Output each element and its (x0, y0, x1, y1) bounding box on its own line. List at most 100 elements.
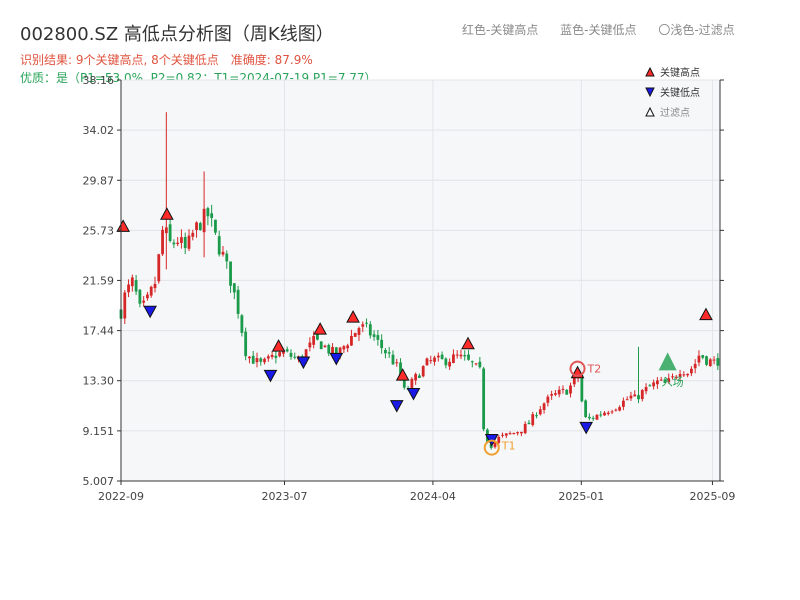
candle-body (380, 339, 384, 349)
candle-body (153, 283, 157, 289)
candle-body (504, 433, 508, 436)
candle-body (123, 292, 127, 319)
candle-body (206, 208, 210, 217)
candle-body (127, 284, 130, 293)
candle-body (712, 359, 716, 361)
candle-body (425, 358, 429, 366)
candle-body (130, 277, 134, 287)
candle-body (384, 349, 387, 354)
candle-body (421, 366, 425, 377)
candle-body (527, 422, 531, 425)
candle-body (508, 433, 512, 435)
candle-body (474, 363, 478, 365)
candle-body (693, 363, 697, 369)
candle-body (444, 358, 448, 366)
candle-body (429, 360, 433, 362)
candle-body (187, 235, 191, 249)
candle-body (689, 368, 693, 374)
candle-body (232, 283, 236, 293)
candle-body (217, 236, 221, 255)
candle-body (580, 375, 584, 402)
x-tick-label: 2025-09 (689, 490, 735, 503)
y-tick-label: 25.73 (83, 224, 115, 237)
candle-body (293, 356, 297, 358)
candle-body (183, 236, 187, 249)
candle-body (697, 355, 701, 363)
candle-body (561, 388, 565, 390)
candle-body (210, 213, 214, 219)
candle-body (705, 356, 708, 365)
candle-body (346, 345, 350, 349)
candle-body (625, 399, 629, 401)
candle-body (323, 345, 327, 348)
candle-body (708, 359, 712, 367)
candle-body (448, 361, 452, 367)
candle-body (164, 227, 168, 234)
candle-body (244, 331, 248, 357)
candle-body (191, 232, 195, 237)
candle-body (414, 374, 418, 381)
candle-body (716, 358, 720, 366)
candle-body (214, 219, 217, 233)
candle-body (270, 354, 274, 357)
y-tick-label: 9.151 (83, 425, 115, 438)
candle-body (565, 389, 569, 395)
candle-body (595, 414, 599, 420)
candle-body (652, 382, 656, 387)
y-tick-label: 38.16 (83, 74, 115, 87)
candle-body (410, 378, 414, 388)
candle-body (259, 358, 263, 362)
entry-label: 入场 (662, 374, 684, 388)
candle-body (372, 334, 376, 337)
y-tick-label: 21.59 (83, 274, 115, 287)
candle-body (610, 411, 614, 413)
candle-body (436, 355, 440, 358)
candle-body (644, 386, 648, 392)
candle-body (584, 400, 588, 418)
candle-body (542, 403, 546, 410)
candle-body (319, 341, 323, 350)
y-tick-label: 17.44 (83, 325, 115, 338)
x-tick-label: 2023-07 (262, 490, 308, 503)
candle-body (459, 354, 463, 357)
candle-body (236, 289, 240, 314)
candle-body (501, 434, 504, 436)
candle-body (603, 412, 606, 416)
candle-body (633, 394, 637, 397)
candle-body (157, 254, 161, 282)
candle-body (546, 396, 550, 403)
candle-body (516, 432, 520, 434)
candle-body (255, 358, 259, 363)
candle-body (433, 357, 436, 362)
y-tick-label: 13.30 (83, 375, 115, 388)
candle-body (467, 354, 470, 360)
candle-body (327, 344, 331, 354)
candle-body (387, 352, 391, 354)
candle-body (353, 332, 357, 337)
candle-body (168, 224, 172, 241)
legend-label: 关键低点 (660, 86, 700, 99)
candle-body (614, 409, 618, 411)
candle-body (470, 361, 474, 363)
candle-body (138, 289, 142, 304)
candle-body (202, 208, 206, 233)
candle-body (591, 417, 595, 419)
candle-body (452, 354, 455, 363)
candle-body (512, 432, 516, 435)
candle-body (365, 322, 368, 324)
candle-body (554, 393, 557, 395)
candle-body (440, 354, 444, 360)
candle-body (289, 352, 293, 357)
candle-body (331, 346, 334, 354)
candle-body (520, 431, 523, 434)
candle-body (357, 328, 361, 335)
candle-body (198, 223, 202, 230)
candle-body (146, 294, 149, 299)
candle-body (557, 389, 561, 395)
candle-body (221, 251, 225, 255)
candle-body (251, 355, 255, 364)
y-tick-label: 34.02 (83, 124, 115, 137)
candle-body (588, 416, 591, 419)
candle-body (142, 300, 146, 303)
x-tick-label: 2025-01 (558, 490, 604, 503)
